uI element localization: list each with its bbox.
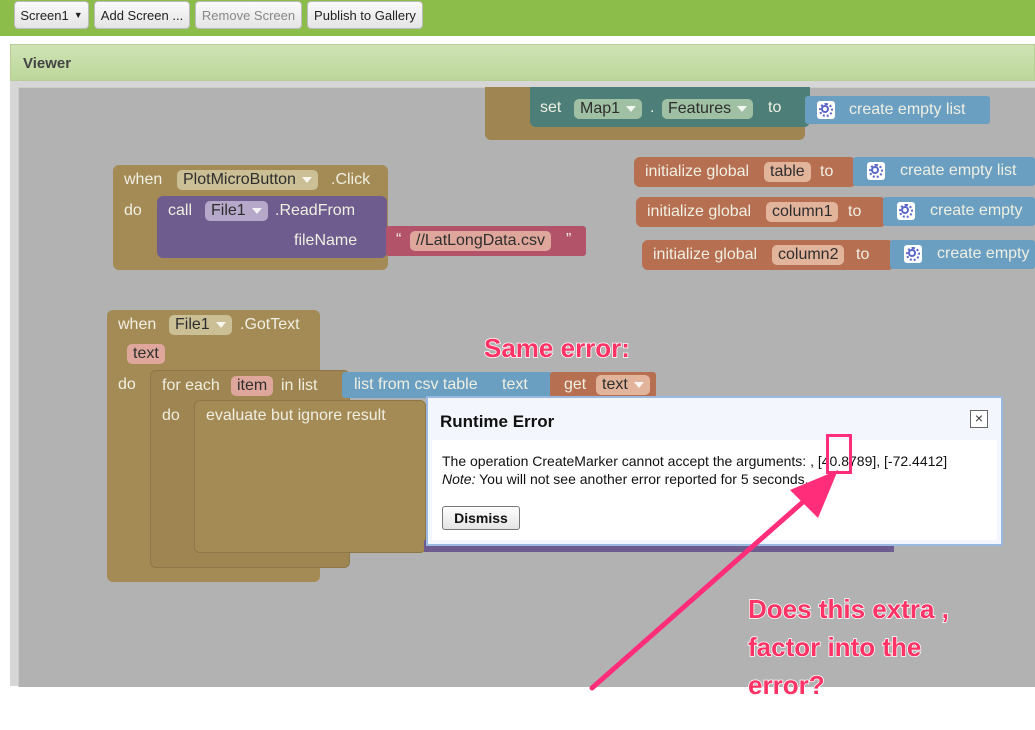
question-line-1: Does this extra , [747, 593, 949, 625]
question-line-3: error? [747, 669, 825, 701]
question-line-2: factor into the [747, 631, 922, 663]
annotation-question: Does this extra , factor into the error? [747, 590, 1008, 704]
